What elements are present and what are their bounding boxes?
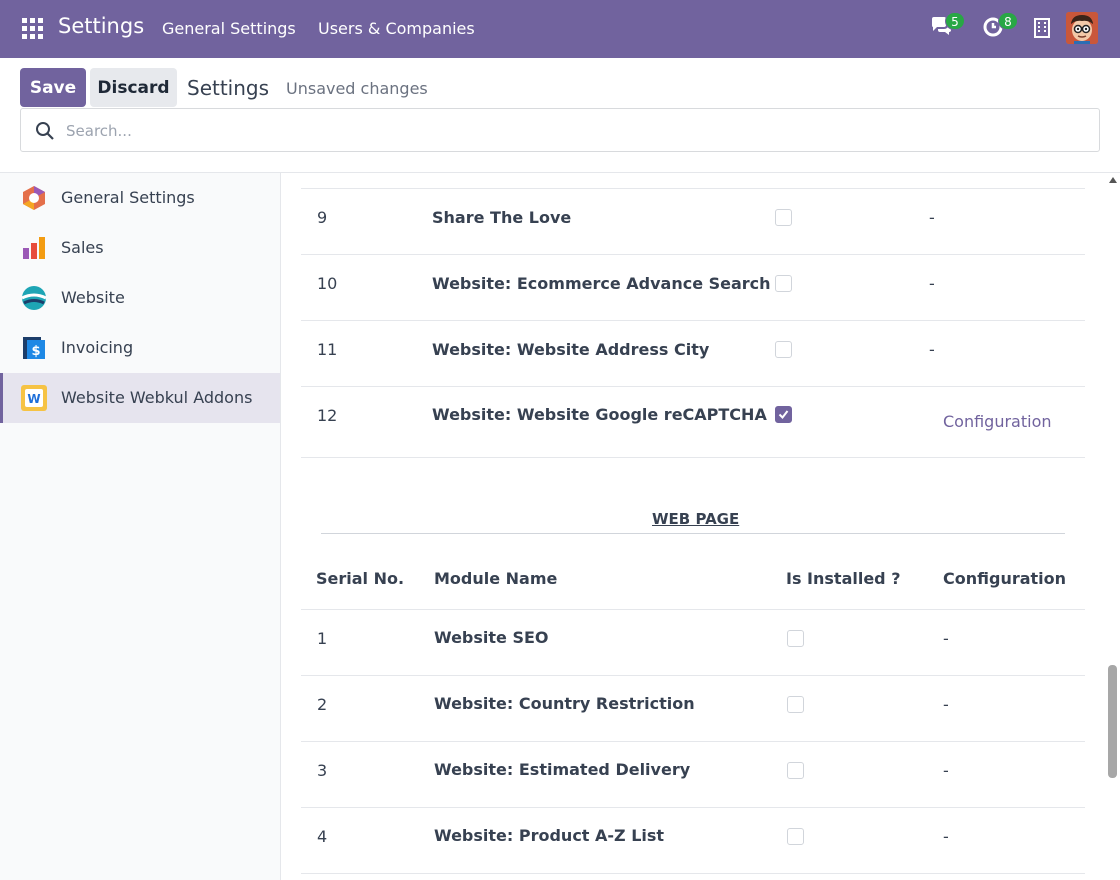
building-icon — [1034, 18, 1050, 38]
installed-checkbox[interactable] — [775, 341, 792, 358]
user-avatar[interactable] — [1066, 12, 1098, 44]
unsaved-status: Unsaved changes — [286, 79, 428, 98]
settings-content: 9 Share The Love - 10 Website: Ecommerce… — [281, 173, 1105, 880]
table-row: 12 Website: Website Google reCAPTCHA Con… — [301, 387, 1085, 458]
messages-button[interactable]: 5 — [929, 12, 965, 42]
app-brand[interactable]: Settings — [58, 14, 144, 38]
configuration-cell: - — [943, 761, 949, 780]
company-switcher[interactable] — [1034, 18, 1050, 42]
configuration-link[interactable]: Configuration — [943, 412, 1052, 431]
sidebar-label: General Settings — [61, 188, 195, 207]
scroll-up-arrow-icon[interactable] — [1109, 177, 1117, 183]
section-title-web-page: WEB PAGE — [652, 510, 740, 528]
configuration-cell: - — [943, 695, 949, 714]
website-icon — [21, 286, 47, 310]
module-name-cell: Website: Country Restriction — [434, 694, 695, 713]
user-face-icon — [1066, 12, 1098, 44]
section-divider — [321, 533, 1065, 534]
header-is-installed: Is Installed ? — [786, 569, 901, 588]
module-name-cell: Website: Website Address City — [432, 340, 710, 359]
table-row: 2 Website: Country Restriction - — [301, 676, 1085, 742]
configuration-cell: - — [929, 340, 935, 359]
settings-sidebar: General Settings Sales Website $ Invoici… — [0, 173, 281, 880]
content-scrollbar[interactable] — [1105, 173, 1120, 880]
menu-users-companies[interactable]: Users & Companies — [318, 19, 475, 38]
activities-button[interactable]: 8 — [982, 12, 1018, 42]
module-name-cell: Website: Ecommerce Advance Search — [432, 274, 771, 293]
installed-checkbox-checked[interactable] — [775, 406, 792, 423]
table-row: 9 Share The Love - — [301, 189, 1085, 255]
configuration-cell: - — [943, 629, 949, 648]
header-configuration: Configuration — [943, 569, 1067, 588]
menu-general-settings[interactable]: General Settings — [162, 19, 296, 38]
control-panel: Save Discard Settings Unsaved changes — [0, 58, 1120, 173]
activities-count-badge: 8 — [998, 12, 1018, 30]
apps-menu-icon[interactable] — [22, 18, 43, 39]
messages-count-badge: 5 — [945, 12, 965, 30]
svg-text:$: $ — [31, 344, 40, 359]
webkul-addons-icon: W — [21, 385, 47, 411]
sidebar-label: Website Webkul Addons — [61, 388, 253, 407]
sidebar-item-website[interactable]: Website — [0, 273, 280, 323]
table-row: 11 Website: Website Address City - — [301, 321, 1085, 387]
configuration-cell: - — [929, 274, 935, 293]
serial-cell: 12 — [317, 406, 338, 425]
search-input[interactable] — [66, 120, 966, 142]
serial-cell: 1 — [317, 629, 328, 648]
table-row: 10 Website: Ecommerce Advance Search - — [301, 255, 1085, 321]
serial-cell: 10 — [317, 274, 338, 293]
sidebar-label: Invoicing — [61, 338, 134, 357]
installed-checkbox[interactable] — [787, 762, 804, 779]
module-name-cell: Website: Estimated Delivery — [434, 760, 691, 779]
installed-checkbox[interactable] — [775, 275, 792, 292]
installed-checkbox[interactable] — [787, 828, 804, 845]
serial-cell: 11 — [317, 340, 338, 359]
sidebar-item-website-webkul-addons[interactable]: W Website Webkul Addons — [0, 373, 280, 423]
sidebar-label: Website — [61, 288, 125, 307]
installed-checkbox[interactable] — [775, 209, 792, 226]
table-row-divider — [301, 173, 1085, 189]
serial-cell: 9 — [317, 208, 328, 227]
scrollbar-thumb[interactable] — [1108, 665, 1117, 778]
save-button[interactable]: Save — [20, 68, 86, 107]
sales-chart-icon — [23, 237, 45, 259]
table-row: 1 Website SEO - — [301, 610, 1085, 676]
header-serial: Serial No. — [316, 569, 405, 588]
odoo-icon — [23, 186, 45, 210]
module-name-cell: Website: Product A-Z List — [434, 826, 665, 845]
serial-cell: 3 — [317, 761, 328, 780]
invoicing-icon: $ — [23, 337, 45, 359]
table-header-row: Serial No. Module Name Is Installed ? Co… — [301, 551, 1085, 610]
serial-cell: 2 — [317, 695, 328, 714]
svg-text:W: W — [27, 392, 40, 406]
table-row: 4 Website: Product A-Z List - — [301, 808, 1085, 874]
discard-button[interactable]: Discard — [90, 68, 177, 107]
serial-cell: 4 — [317, 827, 328, 846]
module-name-cell: Website: Website Google reCAPTCHA — [432, 405, 767, 424]
search-icon — [36, 122, 54, 140]
sidebar-item-invoicing[interactable]: $ Invoicing — [0, 323, 280, 373]
search-bar — [20, 108, 1100, 152]
sidebar-item-sales[interactable]: Sales — [0, 223, 280, 273]
installed-checkbox[interactable] — [787, 630, 804, 647]
configuration-cell: - — [943, 827, 949, 846]
configuration-cell: - — [929, 208, 935, 227]
module-name-cell: Website SEO — [434, 628, 549, 647]
table-row: 3 Website: Estimated Delivery - — [301, 742, 1085, 808]
module-name-cell: Share The Love — [432, 208, 572, 227]
page-title: Settings — [187, 76, 270, 100]
checkmark-icon — [778, 410, 789, 420]
top-navbar: Settings General Settings Users & Compan… — [0, 0, 1120, 58]
installed-checkbox[interactable] — [787, 696, 804, 713]
sidebar-item-general-settings[interactable]: General Settings — [0, 173, 280, 223]
sidebar-label: Sales — [61, 238, 104, 257]
header-module-name: Module Name — [434, 569, 558, 588]
